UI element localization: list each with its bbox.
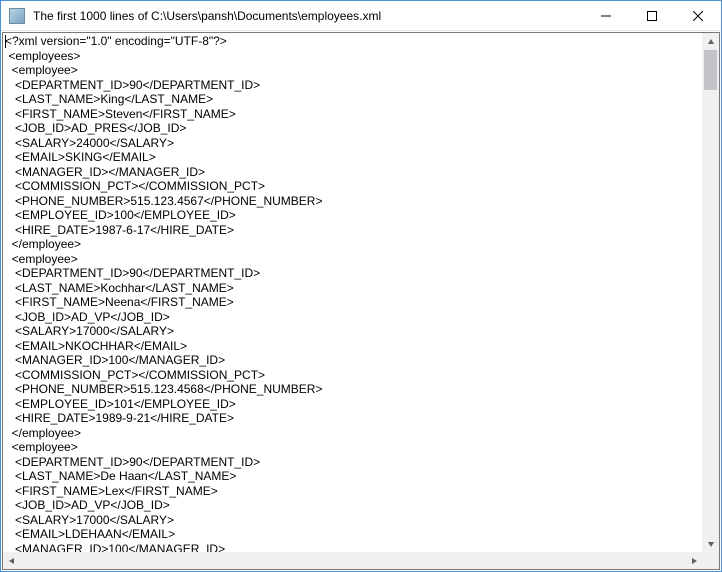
client-area: <?xml version="1.0" encoding="UTF-8"?> <… [1,31,721,571]
titlebar[interactable]: The first 1000 lines of C:\Users\pansh\D… [1,1,721,31]
window-title: The first 1000 lines of C:\Users\pansh\D… [31,9,583,23]
maximize-button[interactable] [629,1,675,30]
scroll-down-arrow-icon[interactable] [702,535,719,552]
app-icon [9,8,25,24]
scroll-right-arrow-icon[interactable] [685,552,702,569]
vertical-scroll-thumb[interactable] [704,50,717,90]
window-frame: The first 1000 lines of C:\Users\pansh\D… [0,0,722,572]
horizontal-scrollbar[interactable] [3,552,702,569]
text-viewport: <?xml version="1.0" encoding="UTF-8"?> <… [2,32,720,570]
horizontal-scroll-track[interactable] [20,552,685,569]
scrollbar-corner [702,552,719,569]
text-content[interactable]: <?xml version="1.0" encoding="UTF-8"?> <… [3,33,702,552]
vertical-scrollbar[interactable] [702,33,719,552]
scroll-up-arrow-icon[interactable] [702,33,719,50]
vertical-scroll-track[interactable] [702,50,719,535]
close-button[interactable] [675,1,721,30]
scroll-left-arrow-icon[interactable] [3,552,20,569]
minimize-button[interactable] [583,1,629,30]
window-controls [583,1,721,30]
